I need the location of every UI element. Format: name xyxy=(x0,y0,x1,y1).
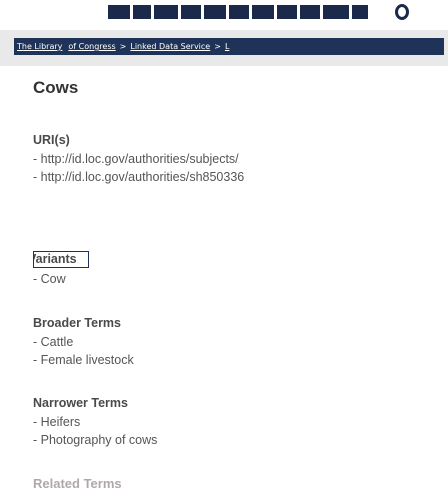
breadcrumb: The Library of Congress > Linked Data Se… xyxy=(14,38,444,55)
broader-terms-heading: Broader Terms xyxy=(33,316,121,330)
uri-link-text[interactable]: - http://id.loc.gov/authorities/subjects… xyxy=(33,152,239,166)
breadcrumb-separator: > xyxy=(214,42,221,51)
logo-blocks xyxy=(108,5,371,19)
narrower-term-link[interactable]: - Heifers xyxy=(33,415,80,429)
variants-heading: Variants xyxy=(34,252,77,266)
broader-term-link[interactable]: - Cattle xyxy=(33,335,73,349)
uri-link[interactable]: - http://id.loc.gov/authorities/subjects… xyxy=(33,152,239,166)
breadcrumb-linked-data-service[interactable]: Linked Data Service xyxy=(127,42,213,51)
variants-heading-focused: Variants xyxy=(33,251,89,268)
uri-link-text[interactable]: - http://id.loc.gov/authorities/sh850336 xyxy=(33,170,244,184)
uris-heading: URI(s) xyxy=(33,133,70,147)
breadcrumb-of-congress[interactable]: of Congress xyxy=(65,42,118,51)
site-logo-banner xyxy=(0,0,448,22)
breadcrumb-library[interactable]: The Library xyxy=(14,42,65,51)
logo-ring-icon xyxy=(395,4,409,20)
related-terms-heading: Related Terms xyxy=(33,476,122,491)
breadcrumb-truncated[interactable]: L xyxy=(222,42,232,51)
narrower-term-link[interactable]: - Photography of cows xyxy=(33,433,157,447)
page-title: Cows xyxy=(33,78,79,97)
narrower-terms-heading: Narrower Terms xyxy=(33,396,128,410)
uri-link[interactable]: - http://id.loc.gov/authorities/sh850336 xyxy=(33,170,244,184)
breadcrumb-separator: > xyxy=(119,42,127,51)
navbar: The Library of Congress > Linked Data Se… xyxy=(0,30,448,66)
variant-item: - Cow xyxy=(33,272,66,286)
broader-term-link[interactable]: - Female livestock xyxy=(33,353,134,367)
